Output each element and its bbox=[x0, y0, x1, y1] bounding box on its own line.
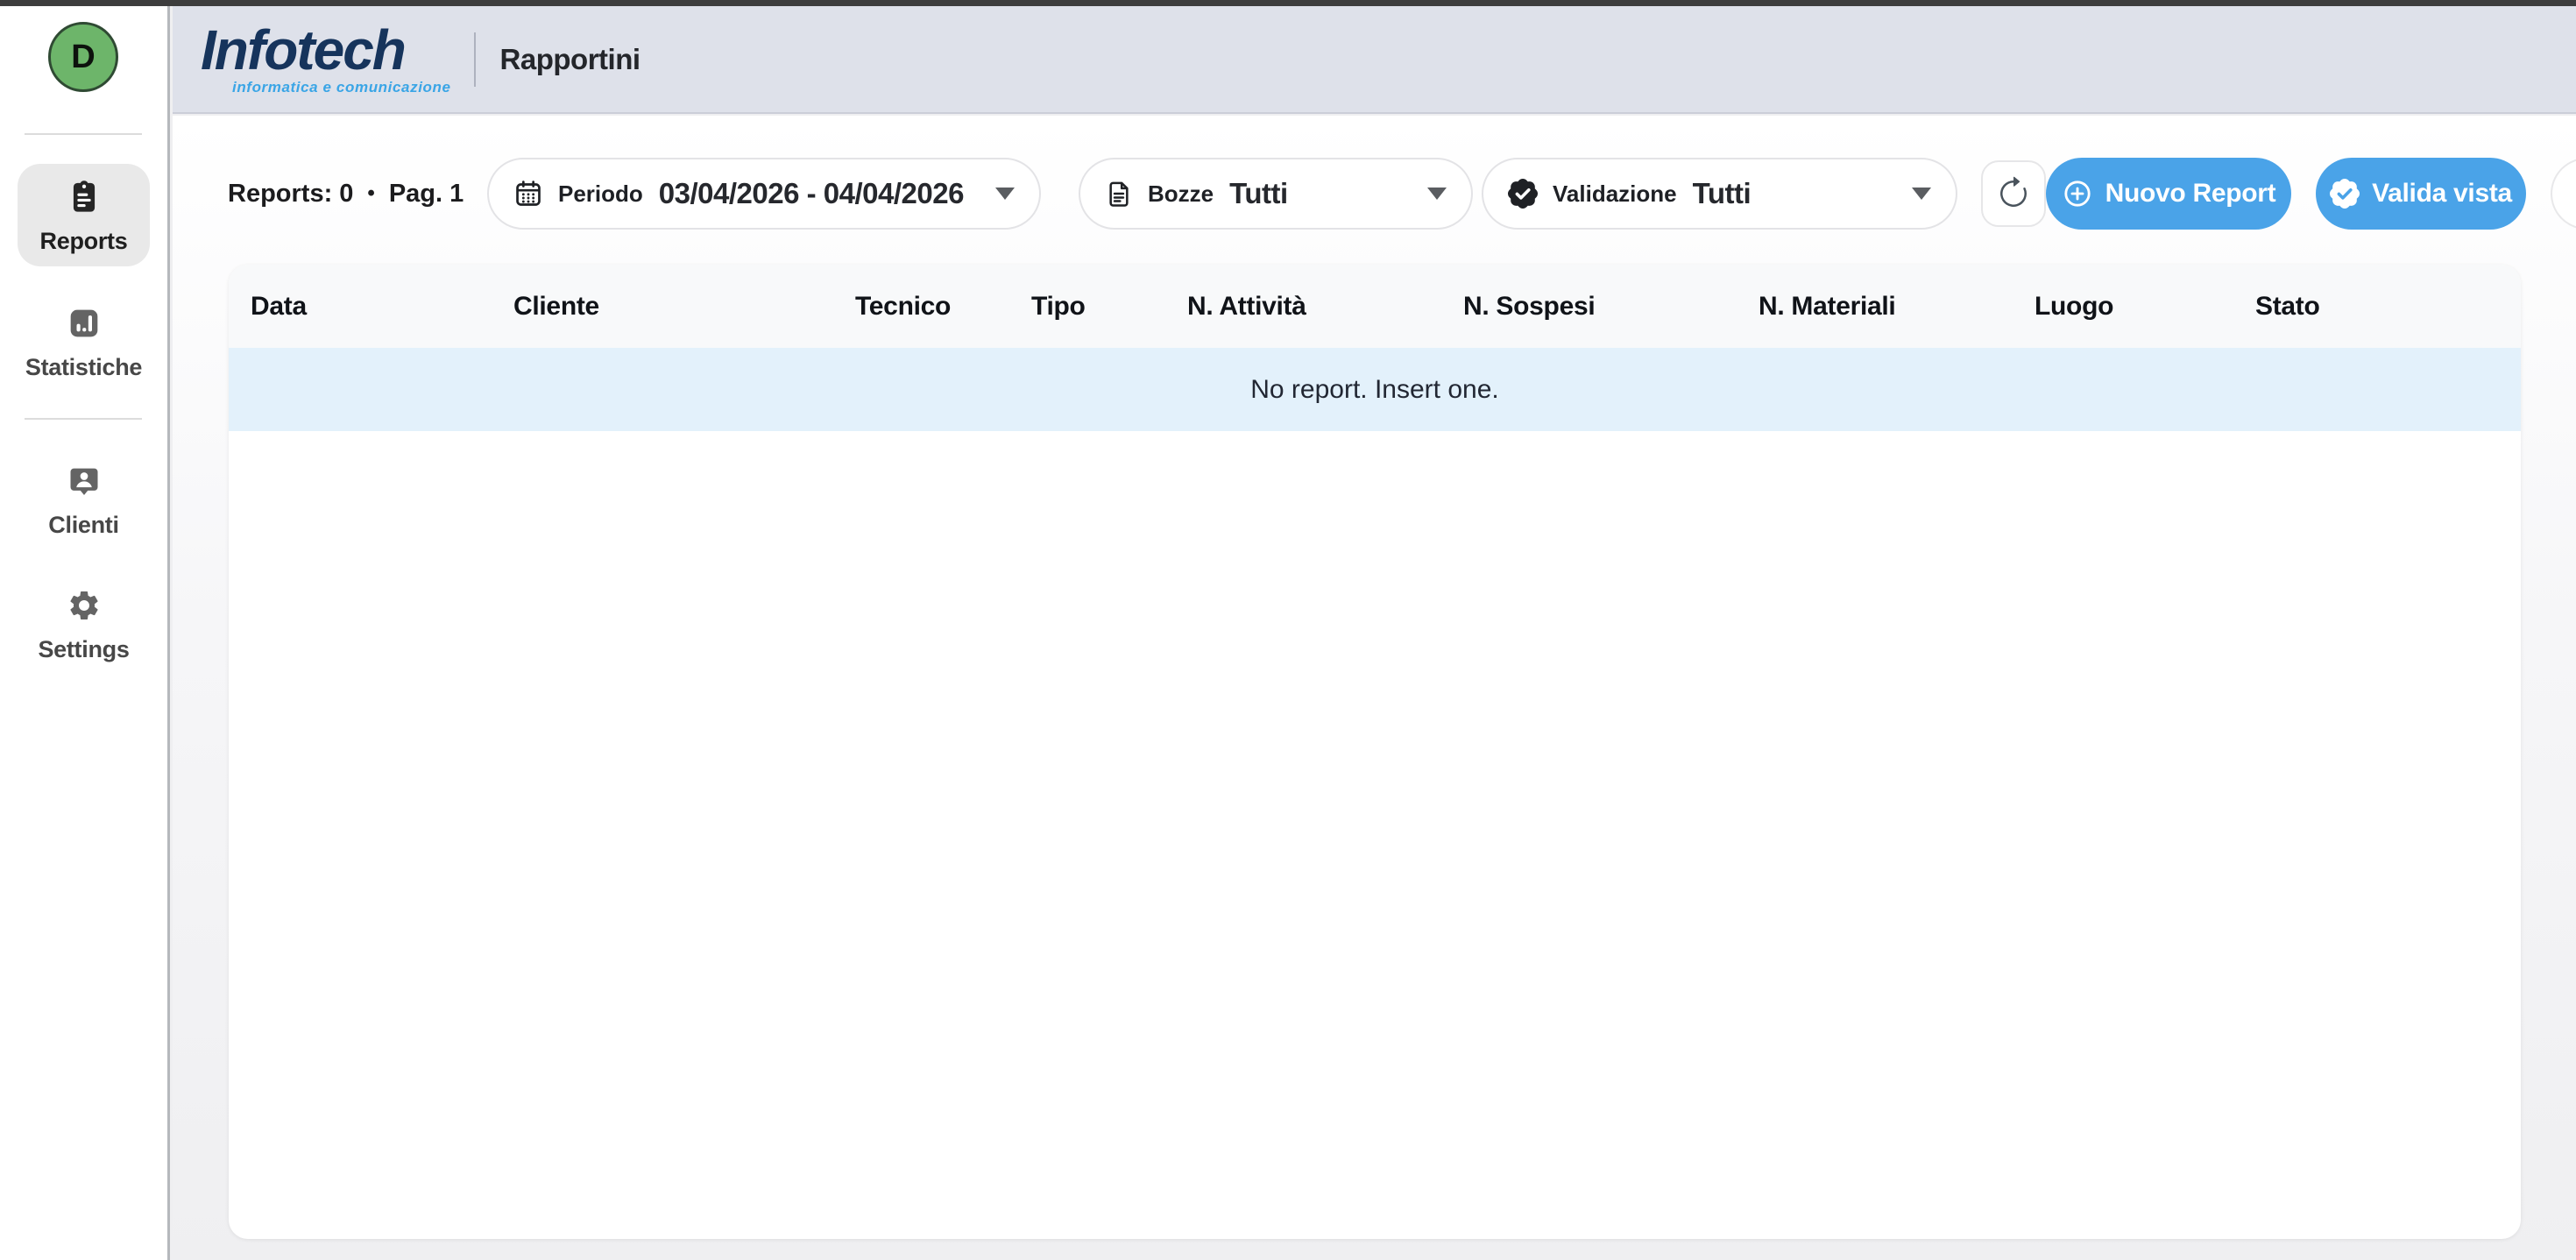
reports-count: Reports: 0 • Pag. 1 bbox=[228, 158, 464, 230]
document-icon bbox=[1105, 180, 1133, 208]
column-header-cliente[interactable]: Cliente bbox=[513, 265, 599, 348]
column-header-attivita[interactable]: N. Attività bbox=[1187, 265, 1306, 348]
validazione-value: Tutti bbox=[1693, 177, 1752, 210]
validazione-filter[interactable]: Validazione Tutti bbox=[1482, 158, 1957, 230]
contact-badge-icon bbox=[18, 464, 150, 503]
sidebar-item-settings[interactable]: Settings bbox=[18, 588, 150, 663]
avatar-initial: D bbox=[71, 39, 95, 76]
page-indicator: Pag. 1 bbox=[389, 180, 464, 209]
periodo-value: 03/04/2026 - 04/04/2026 bbox=[659, 177, 964, 210]
header-divider bbox=[474, 32, 476, 87]
brand-tagline: informatica e comunicazione bbox=[201, 79, 451, 96]
column-header-tipo[interactable]: Tipo bbox=[1031, 265, 1086, 348]
valida-vista-button[interactable]: Valida vista bbox=[2316, 158, 2526, 230]
reports-table: Data Cliente Tecnico Tipo N. Attività N.… bbox=[229, 265, 2521, 1239]
column-header-stato[interactable]: Stato bbox=[2255, 265, 2320, 348]
chevron-down-icon bbox=[1427, 188, 1447, 200]
chevron-down-icon bbox=[1912, 188, 1931, 200]
gear-icon bbox=[18, 588, 150, 627]
nuovo-report-button[interactable]: Nuovo Report bbox=[2046, 158, 2291, 230]
sidebar-item-clienti[interactable]: Clienti bbox=[18, 464, 150, 539]
periodo-label: Periodo bbox=[558, 181, 643, 208]
main-area: Infotech informatica e comunicazione Rap… bbox=[173, 6, 2576, 1260]
table-header-row: Data Cliente Tecnico Tipo N. Attività N.… bbox=[229, 265, 2521, 348]
column-header-tecnico[interactable]: Tecnico bbox=[855, 265, 951, 348]
calendar-icon bbox=[513, 179, 543, 209]
chevron-down-icon bbox=[995, 188, 1015, 200]
sidebar-item-label: Statistiche bbox=[18, 354, 150, 381]
sidebar-item-label: Reports bbox=[18, 228, 150, 255]
clipboard-icon bbox=[18, 180, 150, 219]
sidebar-item-statistiche[interactable]: Statistiche bbox=[18, 306, 150, 381]
reports-count-label: Reports: 0 bbox=[228, 180, 353, 209]
refresh-button[interactable] bbox=[1981, 160, 2046, 227]
sidebar: D Reports Statistiche bbox=[0, 6, 170, 1260]
seal-check-icon bbox=[2330, 179, 2360, 209]
sidebar-item-label: Settings bbox=[18, 636, 150, 663]
content-area: Reports: 0 • Pag. 1 Periodo bbox=[173, 116, 2576, 1260]
bar-chart-icon bbox=[18, 306, 150, 345]
sidebar-item-label: Clienti bbox=[18, 512, 150, 539]
app-header: Infotech informatica e comunicazione Rap… bbox=[173, 6, 2576, 114]
validazione-label: Validazione bbox=[1553, 181, 1677, 208]
periodo-filter[interactable]: Periodo 03/04/2026 - 04/04/2026 bbox=[487, 158, 1041, 230]
column-header-materiali[interactable]: N. Materiali bbox=[1759, 265, 1895, 348]
bozze-value: Tutti bbox=[1229, 177, 1288, 210]
nuovo-report-label: Nuovo Report bbox=[2105, 179, 2276, 209]
column-header-sospesi[interactable]: N. Sospesi bbox=[1463, 265, 1595, 348]
avatar[interactable]: D bbox=[48, 22, 118, 92]
brand-logo: Infotech informatica e comunicazione bbox=[201, 22, 451, 96]
refresh-icon bbox=[1996, 176, 2031, 211]
page-title: Rapportini bbox=[500, 43, 640, 76]
seal-check-icon bbox=[1508, 179, 1538, 209]
sidebar-item-reports[interactable]: Reports bbox=[18, 164, 150, 266]
valida-vista-label: Valida vista bbox=[2372, 179, 2512, 209]
window-top-edge bbox=[0, 0, 2576, 6]
bullet-separator: • bbox=[367, 181, 374, 206]
bozze-label: Bozze bbox=[1148, 181, 1214, 208]
brand-name: Infotech bbox=[201, 22, 451, 78]
plus-circle-icon bbox=[2062, 178, 2093, 209]
column-header-luogo[interactable]: Luogo bbox=[2035, 265, 2113, 348]
sidebar-divider bbox=[25, 418, 142, 420]
empty-state-message: No report. Insert one. bbox=[1250, 375, 1498, 405]
export-button[interactable] bbox=[2551, 158, 2576, 230]
bozze-filter[interactable]: Bozze Tutti bbox=[1079, 158, 1473, 230]
column-header-data[interactable]: Data bbox=[251, 265, 307, 348]
sidebar-divider bbox=[25, 133, 142, 135]
empty-state-row: No report. Insert one. bbox=[229, 348, 2521, 431]
